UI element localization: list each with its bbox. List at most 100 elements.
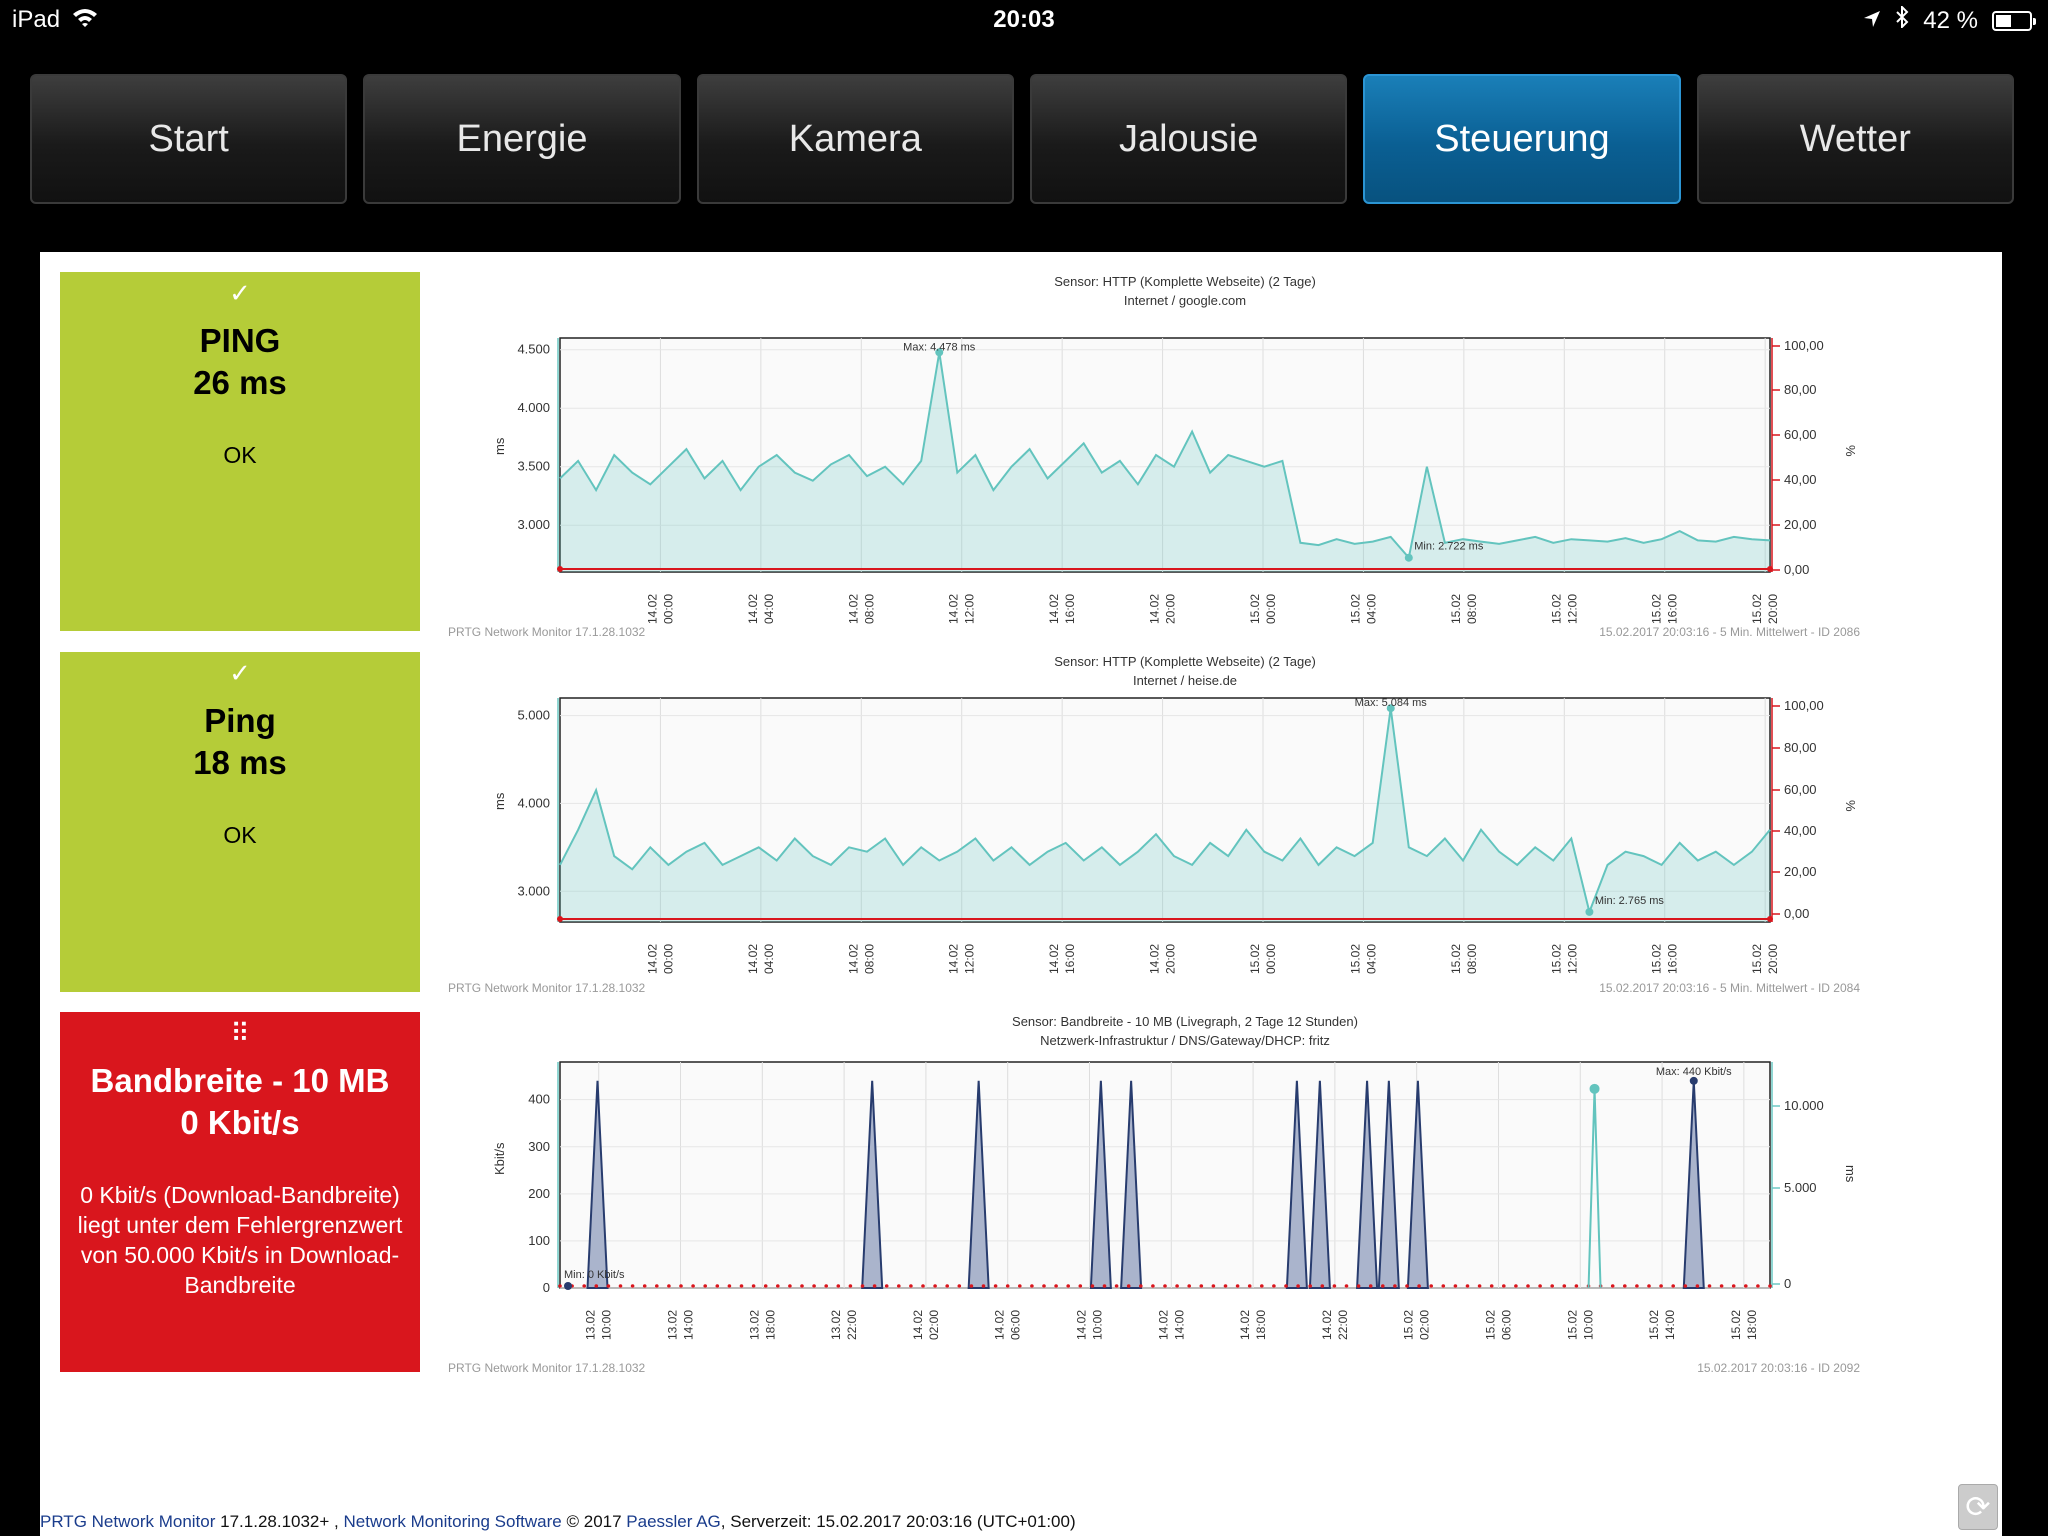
- x-tick-label: 18:00: [1254, 1310, 1268, 1340]
- x-tick-label: 14:00: [682, 1310, 696, 1340]
- x-tick-label: 14.02: [1238, 1310, 1252, 1340]
- min-label: Min: 2.765 ms: [1595, 895, 1665, 907]
- baseline-dot: [884, 1284, 889, 1288]
- baseline-dot: [1284, 1284, 1288, 1288]
- chart-footer-right: 15.02.2017 20:03:16 - 5 Min. Mittelwert …: [1599, 625, 1860, 638]
- x-tick-label: 16:00: [1063, 944, 1077, 974]
- x-tick-label: 13.02: [584, 1310, 598, 1340]
- chart-heise[interactable]: Sensor: HTTP (Komplette Webseite) (2 Tag…: [440, 650, 1890, 998]
- x-tick-label: 00:00: [661, 594, 675, 624]
- chart-bandwidth[interactable]: Sensor: Bandbreite - 10 MB (Livegraph, 2…: [440, 1010, 1890, 1380]
- sensor-message: OK: [223, 442, 257, 468]
- y-right-tick-label: 0: [1784, 1276, 1791, 1291]
- baseline-dot: [788, 1284, 792, 1288]
- baseline-dot: [1042, 1284, 1046, 1288]
- baseline-dot: [1635, 1284, 1639, 1288]
- footer-copyright: © 2017: [561, 1512, 627, 1531]
- sensor-tile-ping-heise[interactable]: ✓ Ping 18 ms OK: [60, 652, 420, 992]
- baseline-dot: [1344, 1284, 1349, 1288]
- baseline-dot: [1175, 1284, 1179, 1288]
- baseline-dot: [1054, 1284, 1058, 1288]
- x-tick-label: 02:00: [1418, 1310, 1432, 1340]
- x-tick-label: 14.02: [645, 594, 659, 624]
- y-right-tick-label: 40,00: [1784, 472, 1817, 487]
- baseline-dot: [1574, 1284, 1579, 1288]
- battery-icon: [1992, 10, 2036, 31]
- x-tick-label: 14:00: [1172, 1310, 1186, 1340]
- baseline-dot: [582, 1284, 586, 1288]
- sensor-value: 18 ms: [193, 744, 287, 781]
- baseline-dot: [1151, 1284, 1155, 1288]
- x-tick-label: 15.02: [1565, 1310, 1579, 1340]
- x-tick-label: 12:00: [1565, 594, 1579, 624]
- min-point: [1585, 907, 1594, 916]
- baseline-dot: [679, 1284, 683, 1288]
- baseline-dot: [1320, 1284, 1325, 1288]
- baseline-dot: [642, 1284, 647, 1288]
- y-right-axis-label: %: [1843, 445, 1858, 457]
- chart-google[interactable]: Sensor: HTTP (Komplette Webseite) (2 Tag…: [440, 270, 1890, 638]
- y-right-axis-label: ms: [1843, 1165, 1858, 1183]
- baseline-dot: [836, 1284, 841, 1288]
- footer-product-link[interactable]: PRTG Network Monitor: [40, 1512, 215, 1531]
- baseline-dot: [1489, 1284, 1494, 1288]
- status-bar: iPad 20:03 42 %: [0, 0, 2048, 40]
- x-tick-label: 15.02: [1750, 944, 1764, 974]
- x-tick-label: 15.02: [1650, 594, 1664, 624]
- y-right-tick-label: 20,00: [1784, 864, 1817, 879]
- baseline-dot: [848, 1284, 853, 1288]
- baseline-dot: [1647, 1284, 1651, 1288]
- y-right-tick-label: 0,00: [1784, 906, 1809, 921]
- y-tick-label: 300: [528, 1139, 550, 1154]
- x-tick-label: 14.02: [846, 594, 860, 624]
- baseline-dot: [1018, 1284, 1022, 1288]
- baseline-dot: [776, 1284, 780, 1288]
- battery-percent: 42 %: [1923, 6, 1978, 34]
- baseline-dot: [1090, 1284, 1095, 1288]
- y-axis-label: ms: [492, 792, 507, 810]
- y-tick-label: 200: [528, 1186, 550, 1201]
- nav-tab-wetter[interactable]: Wetter: [1696, 74, 2014, 204]
- y-tick-label: 5.000: [517, 708, 550, 723]
- y-tick-label: 400: [528, 1092, 550, 1107]
- x-tick-label: 15.02: [1549, 594, 1563, 624]
- x-tick-label: 15.02: [1483, 1310, 1497, 1340]
- x-tick-label: 08:00: [862, 594, 876, 624]
- baseline-dot: [691, 1284, 695, 1288]
- x-tick-label: 15.02: [1248, 594, 1262, 624]
- plot-area: [559, 1061, 1771, 1289]
- x-tick-label: 15.02: [1348, 594, 1362, 624]
- baseline-dot: [1296, 1284, 1300, 1288]
- x-tick-label: 13.02: [829, 1310, 843, 1340]
- sensor-tile-ping-google[interactable]: ✓ PING 26 ms OK: [60, 272, 420, 631]
- sensor-tile-bandwidth[interactable]: ⠿ Bandbreite - 10 MB 0 Kbit/s 0 Kbit/s (…: [60, 1012, 420, 1372]
- x-tick-label: 06:00: [1499, 1310, 1513, 1340]
- nav-tab-kamera[interactable]: Kamera: [696, 74, 1014, 204]
- baseline-dot: [1005, 1284, 1010, 1288]
- ping-spike-point: [1589, 1083, 1600, 1094]
- sensor-message: 0 Kbit/s (Download-Bandbreite) liegt unt…: [77, 1182, 403, 1298]
- baseline-dot: [860, 1284, 865, 1288]
- baseline-dot: [921, 1284, 925, 1288]
- y-axis-label: ms: [492, 437, 507, 455]
- x-tick-label: 16:00: [1666, 944, 1680, 974]
- availability-marker: [1767, 566, 1773, 572]
- nav-tab-jalousie[interactable]: Jalousie: [1029, 74, 1348, 204]
- sensor-name: Bandbreite - 10 MB: [90, 1062, 390, 1099]
- footer-software-link[interactable]: Network Monitoring Software: [344, 1512, 562, 1531]
- availability-marker: [557, 916, 563, 922]
- x-tick-label: 14.02: [1148, 944, 1162, 974]
- baseline-dot: [1139, 1284, 1143, 1288]
- nav-tab-start[interactable]: Start: [30, 74, 348, 204]
- nav-tab-energie[interactable]: Energie: [363, 74, 681, 204]
- nav-tab-steuerung[interactable]: Steuerung: [1363, 74, 1681, 204]
- x-tick-label: 20:00: [1766, 594, 1780, 624]
- baseline-dot: [1066, 1284, 1070, 1288]
- baseline-dot: [1514, 1284, 1518, 1288]
- footer-company-link[interactable]: Paessler AG: [626, 1512, 721, 1531]
- baseline-dot: [655, 1284, 659, 1288]
- baseline-dot: [981, 1284, 986, 1288]
- min-label: Min: 0 Kbit/s: [564, 1269, 625, 1281]
- baseline-dot: [1332, 1284, 1337, 1288]
- refresh-icon[interactable]: ⟳: [1958, 1484, 1998, 1530]
